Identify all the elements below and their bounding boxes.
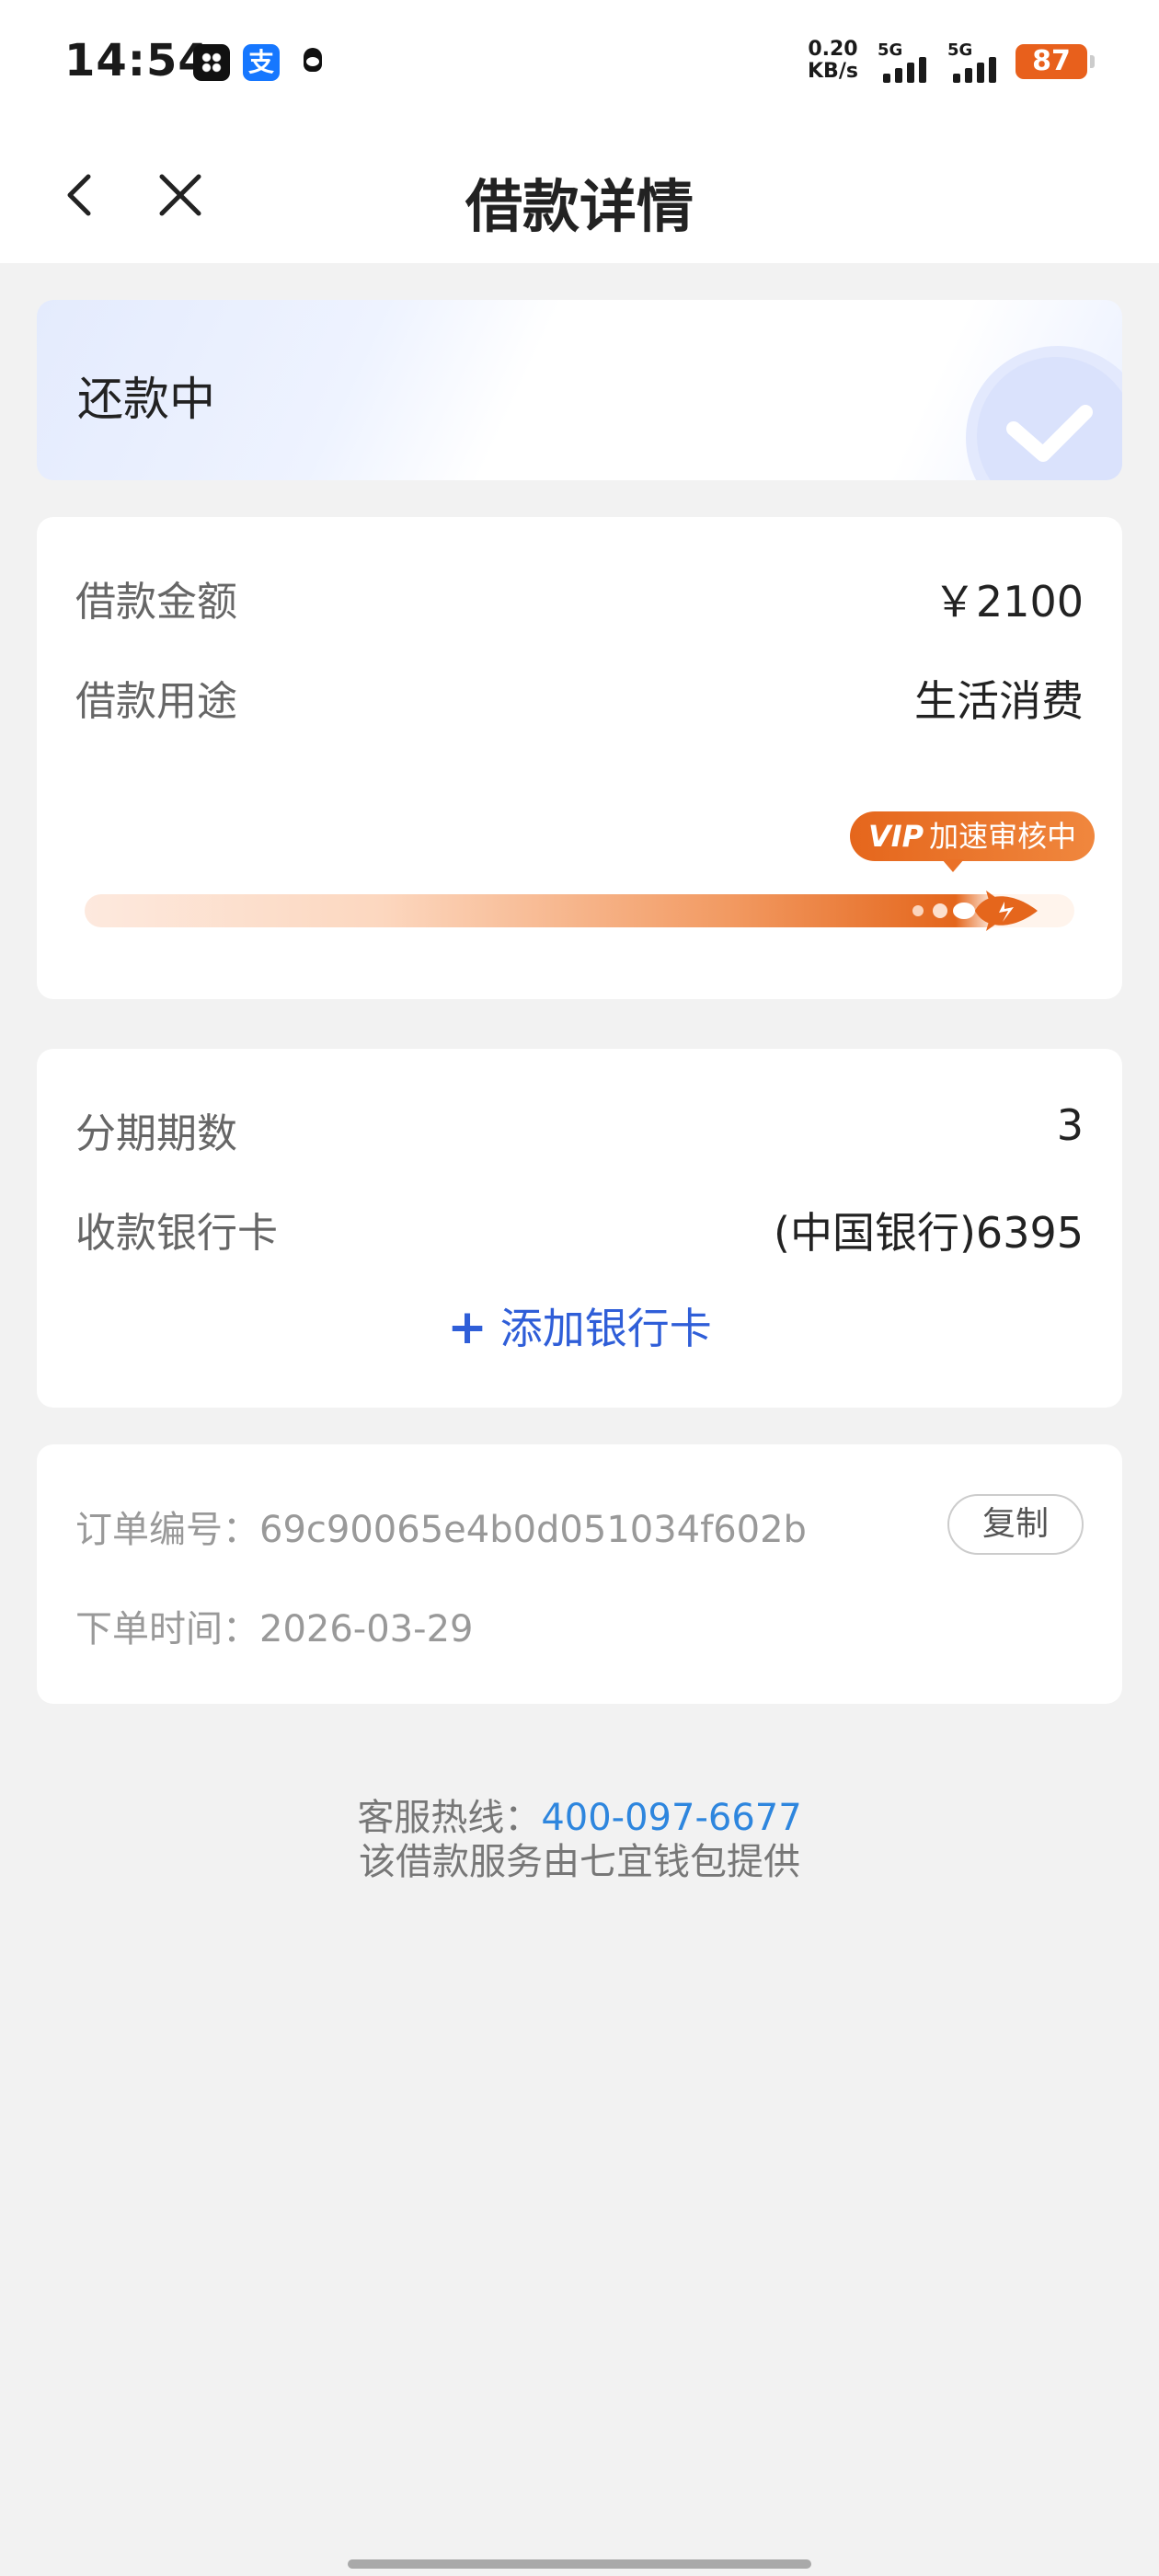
alipay-icon: 支 (243, 44, 280, 81)
vip-review-text: 加速审核中 (929, 819, 1077, 854)
loan-purpose-label: 借款用途 (75, 678, 237, 725)
status-bar: 14:54 支 0.20 KB/s 5G 5G 87 (0, 0, 1159, 129)
bank-card-value: (中国银行)6395 (774, 1208, 1084, 1258)
rocket-icon (865, 880, 1039, 940)
loan-amount-label: 借款金额 (75, 579, 237, 626)
installments-value: 3 (1056, 1100, 1084, 1150)
order-info-card: 订单编号：69c90065e4b0d051034f602b 复制 下单时间：20… (37, 1444, 1122, 1704)
network-speed-value: 0.20 (808, 38, 858, 61)
qq-icon (296, 44, 329, 81)
order-number-row: 订单编号：69c90065e4b0d051034f602b (75, 1500, 807, 1553)
home-indicator[interactable] (348, 2559, 811, 2569)
order-time-row: 下单时间：2026-03-29 (75, 1599, 473, 1652)
loan-amount-value: ￥2100 (933, 577, 1084, 627)
vip-mark: VIP (868, 819, 924, 854)
vip-review-badge: VIP 加速审核中 (850, 811, 1096, 872)
network-speed-unit: KB/s (808, 60, 858, 83)
status-time: 14:54 (64, 35, 210, 86)
hotline-number-link[interactable]: 400-097-6677 (541, 1797, 801, 1839)
order-number-label: 订单编号： (75, 1509, 259, 1551)
copy-button[interactable]: 复制 (947, 1494, 1084, 1555)
bank-card-label: 收款银行卡 (75, 1210, 278, 1257)
nav-bar: 借款详情 (0, 129, 1159, 263)
order-number-value: 69c90065e4b0d051034f602b (259, 1509, 807, 1551)
network-speed: 0.20 KB/s (808, 39, 858, 83)
hotline-label: 客服热线： (357, 1797, 542, 1839)
hotline-row: 客服热线：400-097-6677 (0, 1796, 1159, 1840)
loan-info-card: 借款金额 ￥2100 借款用途 生活消费 VIP 加速审核中 (37, 517, 1122, 999)
installment-card: 分期期数 3 收款银行卡 (中国银行)6395 + 添加银行卡 (37, 1049, 1122, 1408)
battery-icon: 87 (1016, 44, 1095, 79)
add-bank-card-button[interactable]: + 添加银行卡 (37, 1295, 1122, 1356)
loan-status-text: 还款中 (77, 373, 215, 426)
provider-text: 该借款服务由七宜钱包提供 (359, 1841, 800, 1883)
order-time-value: 2026-03-29 (259, 1608, 474, 1650)
footer: 客服热线：400-097-6677 该借款服务由七宜钱包提供 (0, 1796, 1159, 1884)
installments-label: 分期期数 (75, 1110, 237, 1157)
signal-icon-2: 5G (947, 40, 1023, 83)
order-time-label: 下单时间： (75, 1608, 259, 1650)
page-title: 借款详情 (465, 173, 694, 240)
plus-icon: + (447, 1300, 488, 1355)
loan-status-card: 还款中 (37, 300, 1122, 480)
signal-icon: 5G (878, 40, 953, 83)
pinduoduo-like-icon (193, 44, 230, 81)
check-icon (947, 337, 1122, 480)
add-bank-card-label: 添加银行卡 (499, 1304, 712, 1353)
loan-purpose-value: 生活消费 (914, 676, 1084, 726)
